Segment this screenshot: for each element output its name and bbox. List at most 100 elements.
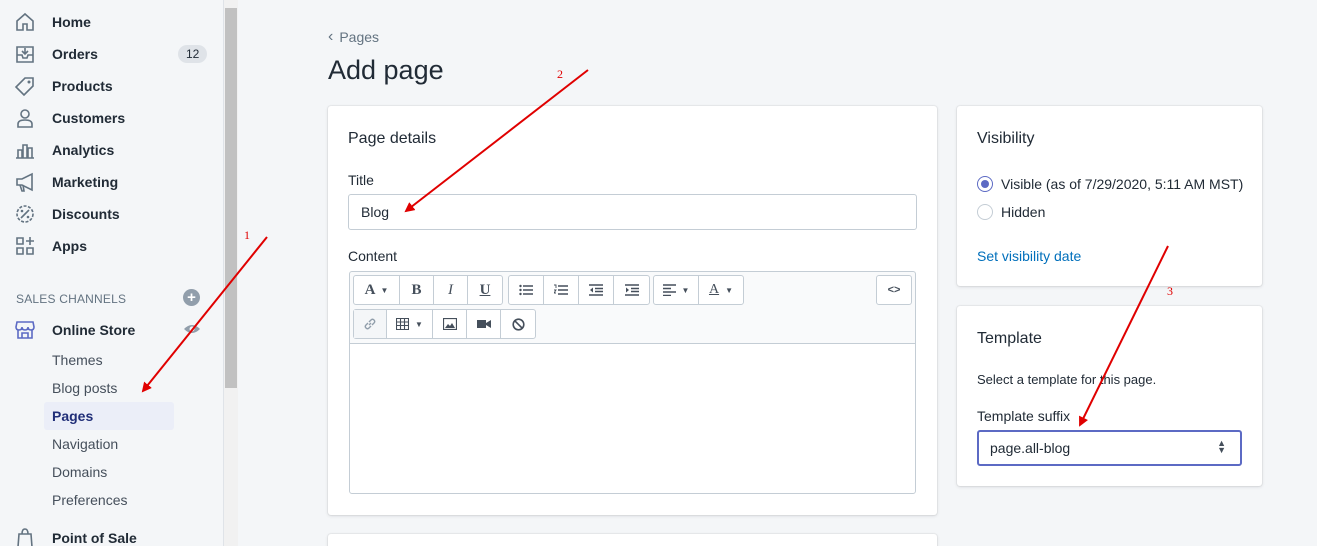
discount-icon bbox=[16, 205, 34, 223]
person-icon bbox=[17, 109, 33, 128]
underline-button[interactable]: U bbox=[468, 276, 502, 304]
annotation-label-3: 3 bbox=[1167, 284, 1173, 298]
tag-icon bbox=[14, 77, 34, 97]
chevron-left-icon: ‹ bbox=[328, 28, 334, 45]
align-left-icon bbox=[662, 284, 676, 296]
sales-channels-header: SALES CHANNELS bbox=[16, 292, 127, 306]
sidebar: Home Orders 12 Products Customers Analyt… bbox=[0, 0, 224, 546]
sidebar-subitem-preferences[interactable]: Preferences bbox=[44, 486, 174, 514]
sidebar-item-analytics[interactable]: Analytics bbox=[0, 134, 224, 166]
caret-down-icon: ▼ bbox=[380, 285, 389, 295]
title-label: Title bbox=[348, 172, 374, 188]
template-title: Template bbox=[977, 330, 1042, 347]
sidebar-item-orders[interactable]: Orders 12 bbox=[0, 38, 224, 70]
sidebar-item-label: Analytics bbox=[52, 142, 115, 158]
sidebar-item-label: Marketing bbox=[52, 174, 119, 190]
sidebar-subitem-blog-posts[interactable]: Blog posts bbox=[44, 374, 174, 402]
breadcrumb-link[interactable]: Pages bbox=[339, 29, 379, 45]
template-description: Select a template for this page. bbox=[977, 372, 1157, 387]
megaphone-icon bbox=[16, 172, 33, 192]
page-title: Add page bbox=[328, 55, 444, 85]
italic-icon: I bbox=[448, 281, 453, 298]
video-icon bbox=[476, 320, 491, 328]
sidebar-subitem-themes[interactable]: Themes bbox=[44, 346, 174, 374]
list-indent-group bbox=[508, 275, 650, 305]
visible-radio[interactable] bbox=[977, 176, 993, 192]
seo-card bbox=[328, 534, 937, 546]
sidebar-item-label: Products bbox=[52, 78, 113, 94]
title-input[interactable]: Blog bbox=[348, 194, 917, 230]
sidebar-item-label: Apps bbox=[52, 238, 87, 254]
alignment-dropdown[interactable]: ▼ bbox=[654, 276, 699, 304]
bullet-list-button[interactable] bbox=[509, 276, 544, 304]
font-a-icon: A bbox=[364, 281, 376, 298]
sidebar-item-home[interactable]: Home bbox=[0, 6, 224, 38]
shopify-bag-icon bbox=[17, 528, 33, 546]
set-visibility-date-link[interactable]: Set visibility date bbox=[977, 248, 1081, 264]
text-color-dropdown[interactable]: A ▼ bbox=[699, 276, 743, 304]
insert-table-dropdown[interactable]: ▼ bbox=[387, 310, 433, 338]
image-icon bbox=[442, 318, 457, 330]
sidebar-item-customers[interactable]: Customers bbox=[0, 102, 224, 134]
link-icon bbox=[364, 318, 376, 330]
caret-down-icon: ▼ bbox=[415, 319, 423, 329]
template-suffix-label: Template suffix bbox=[977, 408, 1071, 424]
content-editor[interactable] bbox=[349, 343, 916, 494]
page-details-title: Page details bbox=[348, 130, 437, 147]
annotation-label-2: 2 bbox=[557, 67, 563, 81]
outdent-button[interactable] bbox=[579, 276, 614, 304]
bar-chart-icon bbox=[16, 144, 34, 159]
text-format-group: A ▼ B I U bbox=[353, 275, 503, 305]
sidebar-item-discounts[interactable]: Discounts bbox=[0, 198, 224, 230]
sidebar-subitem-pages[interactable]: Pages bbox=[44, 402, 174, 430]
underline-icon: U bbox=[479, 281, 491, 298]
alignment-color-group: ▼ A ▼ bbox=[653, 275, 744, 305]
insert-image-button[interactable] bbox=[433, 310, 467, 338]
sidebar-item-label: Home bbox=[52, 14, 91, 30]
visibility-title: Visibility bbox=[977, 130, 1035, 147]
insert-video-button[interactable] bbox=[467, 310, 501, 338]
bold-icon: B bbox=[411, 281, 422, 298]
sidebar-item-label: Orders bbox=[52, 46, 98, 62]
orders-icon bbox=[16, 46, 34, 63]
orders-count-badge: 12 bbox=[178, 45, 208, 63]
sidebar-item-marketing[interactable]: Marketing bbox=[0, 166, 224, 198]
html-group: <> bbox=[876, 275, 912, 305]
breadcrumb[interactable]: ‹ Pages bbox=[328, 28, 379, 46]
sidebar-item-point-of-sale[interactable]: Point of Sale bbox=[0, 522, 224, 546]
insert-link-button[interactable] bbox=[354, 310, 387, 338]
hidden-radio-label[interactable]: Hidden bbox=[1001, 204, 1045, 220]
font-style-dropdown[interactable]: A ▼ bbox=[354, 276, 400, 304]
add-sales-channel-button[interactable]: + bbox=[183, 289, 200, 306]
hidden-radio[interactable] bbox=[977, 204, 993, 220]
sidebar-item-label: Discounts bbox=[52, 206, 120, 222]
insert-group: ▼ bbox=[353, 309, 536, 339]
select-arrows-icon: ▲ ▼ bbox=[1217, 438, 1226, 455]
sidebar-item-products[interactable]: Products bbox=[0, 70, 224, 102]
sidebar-subitem-navigation[interactable]: Navigation bbox=[44, 430, 174, 458]
caret-down-icon: ▼ bbox=[725, 285, 734, 295]
outdent-icon bbox=[589, 284, 603, 296]
table-icon bbox=[396, 318, 410, 330]
show-html-button[interactable]: <> bbox=[877, 276, 911, 304]
content-label: Content bbox=[348, 248, 398, 264]
visible-radio-label[interactable]: Visible (as of 7/29/2020, 5:11 AM MST) bbox=[1001, 176, 1243, 192]
sidebar-scrollbar-thumb[interactable] bbox=[225, 8, 237, 388]
sidebar-subitem-domains[interactable]: Domains bbox=[44, 458, 174, 486]
bold-button[interactable]: B bbox=[400, 276, 434, 304]
store-icon bbox=[15, 321, 35, 339]
clear-formatting-button[interactable] bbox=[501, 310, 535, 338]
numbered-list-button[interactable] bbox=[544, 276, 579, 304]
sidebar-item-apps[interactable]: Apps bbox=[0, 230, 224, 262]
home-icon bbox=[16, 12, 34, 31]
clear-formatting-icon bbox=[511, 317, 525, 331]
numbered-list-icon bbox=[554, 284, 568, 295]
eye-icon[interactable] bbox=[183, 322, 201, 336]
italic-button[interactable]: I bbox=[434, 276, 468, 304]
template-suffix-select[interactable]: page.all-blog ▲ ▼ bbox=[977, 430, 1242, 466]
annotation-label-1: 1 bbox=[244, 228, 250, 242]
indent-icon bbox=[624, 284, 639, 296]
indent-button[interactable] bbox=[614, 276, 649, 304]
sidebar-item-label: Online Store bbox=[52, 322, 136, 338]
bullet-list-icon bbox=[519, 284, 533, 296]
